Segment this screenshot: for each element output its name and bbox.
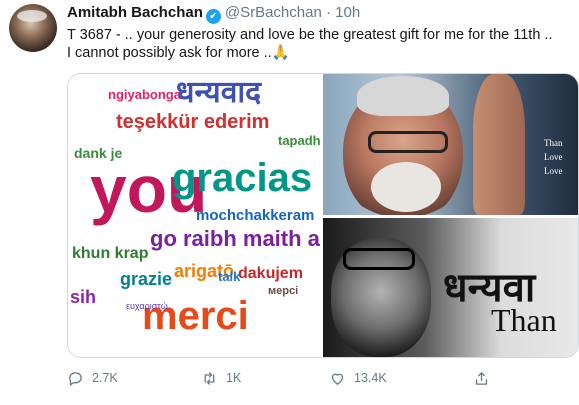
like-button[interactable]: 13.4K	[329, 368, 387, 388]
tweet-timestamp[interactable]: 10h	[335, 4, 360, 21]
word: sih	[70, 287, 97, 307]
caption-line: Love	[544, 166, 563, 176]
heart-icon	[331, 373, 344, 385]
share-icon	[475, 371, 488, 385]
word: ngiyabonga	[108, 87, 181, 102]
person-beard	[371, 162, 441, 212]
word: धन्यवाद	[176, 75, 262, 110]
word: talk	[218, 269, 241, 284]
reply-button[interactable]: 2.7K	[67, 368, 118, 388]
photo-caption: Than Love Love	[544, 136, 574, 178]
namaste-photo[interactable]: Than Love Love	[323, 74, 578, 215]
author-name[interactable]: Amitabh Bachchan	[67, 4, 203, 21]
caption-line: Than	[544, 138, 563, 148]
verified-badge-icon: ✔	[205, 9, 221, 24]
word: teşekkür ederim	[116, 111, 270, 133]
word-cloud-image[interactable]: ngiyabonga धन्यवाद teşekkür ederim dank …	[68, 74, 320, 357]
person-hair	[357, 76, 449, 116]
word: tapadh leat	[278, 133, 320, 148]
word: mochchakkeram	[196, 207, 315, 224]
english-thanks-text: Than	[491, 302, 557, 338]
word: dakujem	[238, 265, 303, 282]
word: мерсі	[268, 285, 299, 297]
folded-hands	[473, 74, 525, 215]
word: gracias	[172, 156, 313, 200]
word: grazie	[120, 269, 173, 289]
avatar[interactable]	[9, 4, 57, 52]
tweet-text-line-1: T 3687 - .. your generosity and love be …	[67, 27, 553, 43]
media-grid: ngiyabonga धन्यवाद teşekkür ederim dank …	[67, 73, 579, 358]
caption-line: Love	[544, 152, 563, 162]
word: khun krap	[72, 245, 149, 262]
author-handle[interactable]: @SrBachchan	[225, 4, 322, 21]
tweet-text-line-2: I cannot possibly ask for more ..🙏	[67, 45, 290, 61]
share-button[interactable]	[473, 368, 490, 388]
reply-icon	[69, 371, 82, 386]
separator-dot: ·	[325, 4, 331, 21]
word: go raibh maith agat	[150, 226, 320, 251]
tweet-header: Amitabh Bachchan ✔ @SrBachchan · 10h	[67, 4, 360, 24]
tweet-actions: 2.7K 1K 13.4K	[67, 368, 577, 390]
tweet: Amitabh Bachchan ✔ @SrBachchan · 10h T 368…	[0, 0, 579, 405]
glasses-icon	[368, 131, 448, 153]
retweet-button[interactable]: 1K	[201, 368, 241, 388]
tweet-text: T 3687 - .. your generosity and love be …	[67, 26, 577, 62]
retweet-count: 1K	[226, 371, 242, 385]
thank-you-photo[interactable]: धन्यवा Than	[323, 218, 578, 357]
like-count: 13.4K	[354, 371, 387, 385]
word: ευχαριστώ	[126, 301, 168, 311]
retweet-icon	[204, 371, 215, 385]
glasses-icon	[343, 248, 415, 270]
reply-count: 2.7K	[92, 371, 118, 385]
